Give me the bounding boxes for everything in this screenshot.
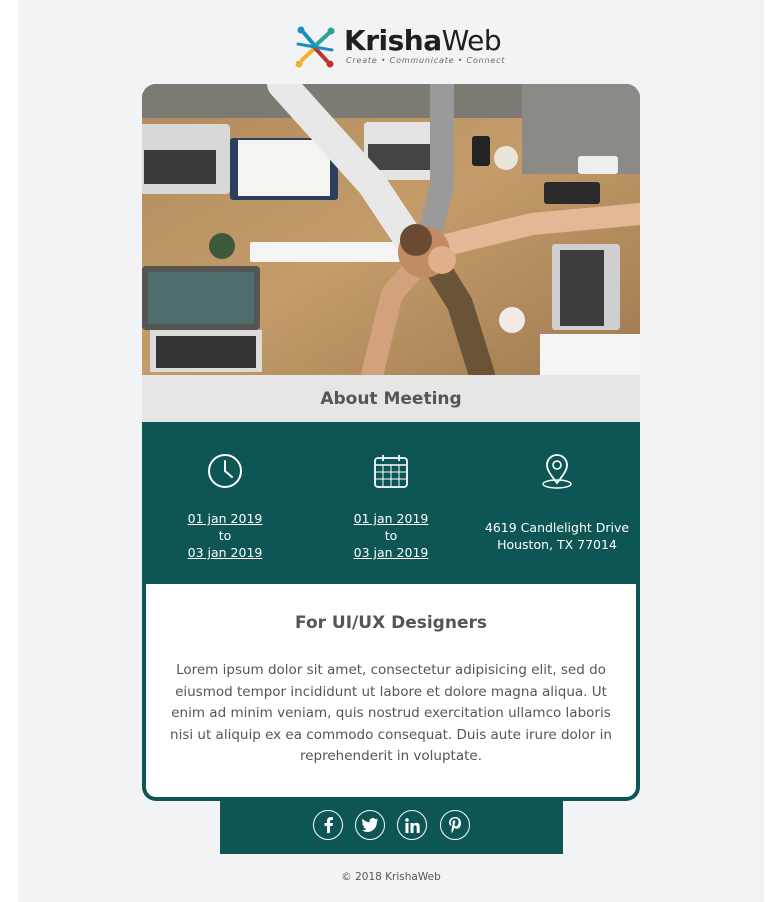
social-links-bar — [220, 801, 563, 854]
address-line-1: 4619 Candlelight Drive — [484, 520, 630, 535]
address-line-2: Houston, TX 77014 — [497, 537, 617, 552]
content-body: Lorem ipsum dolor sit amet, consectetur … — [170, 662, 612, 764]
content-title: For UI/UX Designers — [295, 613, 487, 633]
time-to-link[interactable]: 03 jan 2019 — [142, 544, 308, 561]
facebook-icon — [324, 817, 333, 833]
brand-logo[interactable]: KrishaWeb Create • Communicate • Connect — [292, 22, 506, 72]
facebook-link[interactable] — [313, 810, 343, 840]
pinterest-link[interactable] — [440, 810, 470, 840]
meeting-card: About Meeting 01 jan 2019 to 03 jan 2019 — [142, 84, 640, 801]
about-meeting-bar: About Meeting — [142, 375, 640, 422]
linkedin-icon — [404, 817, 420, 833]
linkedin-link[interactable] — [397, 810, 427, 840]
footer-copyright: © 2018 KrishaWeb — [341, 871, 441, 883]
date-to-link[interactable]: 03 jan 2019 — [308, 544, 474, 561]
brand-tagline: Create • Communicate • Connect — [346, 56, 506, 65]
map-pin-icon — [542, 454, 572, 489]
brand-name: KrishaWeb — [344, 24, 502, 57]
pinterest-icon — [449, 817, 461, 833]
date-from-link[interactable]: 01 jan 2019 — [308, 510, 474, 527]
content-panel: For UI/UX Designers Lorem ipsum dolor si… — [146, 584, 636, 797]
about-meeting-title: About Meeting — [320, 388, 462, 409]
time-from-link[interactable]: 01 jan 2019 — [142, 510, 308, 527]
clock-icon — [208, 454, 242, 488]
hero-image — [142, 84, 640, 375]
calendar-icon — [374, 455, 408, 488]
twitter-icon — [362, 818, 378, 832]
meeting-info-section: 01 jan 2019 to 03 jan 2019 01 jan 2019 t… — [142, 422, 640, 584]
meeting-location-column: 4619 Candlelight Drive Houston, TX 77014 — [474, 422, 640, 584]
brand-logo-mark-icon — [295, 26, 335, 68]
twitter-link[interactable] — [355, 810, 385, 840]
meeting-date-column: 01 jan 2019 to 03 jan 2019 — [308, 422, 474, 584]
date-to-word: to — [384, 528, 398, 543]
meeting-time-column: 01 jan 2019 to 03 jan 2019 — [142, 422, 308, 584]
time-to-word: to — [218, 528, 232, 543]
